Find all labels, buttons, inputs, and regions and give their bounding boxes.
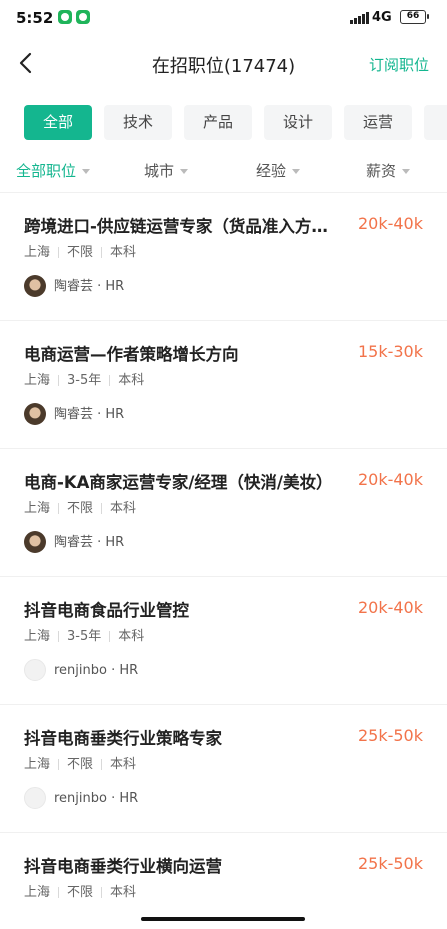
job-card[interactable]: 抖音电商垂类行业策略专家 25k-50k 上海 不限 本科 renjinbo · H…	[0, 704, 447, 832]
hr-name: 陶睿芸 · HR	[54, 535, 125, 550]
job-tags: 上海 3-5年 本科	[24, 369, 144, 388]
tab-all[interactable]: 全部	[24, 105, 92, 140]
job-card[interactable]: 跨境进口-供应链运营专家（货品准入方向） 20k-40k 上海 不限 本科 陶睿芸 …	[0, 192, 447, 320]
job-education: 本科	[110, 501, 137, 516]
app-notification-icon	[76, 10, 90, 24]
tab-tech[interactable]: 技术	[104, 105, 172, 140]
job-salary: 25k-50k	[357, 726, 423, 745]
category-tabs: 全部 技术 产品 设计 运营	[0, 105, 447, 141]
filter-all-positions[interactable]: 全部职位	[16, 160, 91, 181]
job-title: 抖音电商食品行业管控	[24, 601, 189, 620]
battery-icon: 66	[400, 10, 429, 24]
dropdown-caret-icon	[82, 169, 91, 174]
tab-product[interactable]: 产品	[184, 105, 252, 140]
filter-experience[interactable]: 经验	[256, 160, 301, 181]
job-experience: 不限	[67, 757, 94, 772]
job-city: 上海	[24, 885, 51, 900]
job-title: 抖音电商垂类行业策略专家	[24, 729, 222, 748]
job-salary: 20k-40k	[357, 214, 423, 233]
hr-avatar	[24, 787, 46, 809]
hr-avatar	[24, 659, 46, 681]
job-experience: 3-5年	[67, 629, 102, 644]
job-education: 本科	[110, 245, 137, 260]
job-tags: 上海 3-5年 本科	[24, 625, 144, 644]
subscribe-jobs-button[interactable]: 订阅职位	[369, 54, 429, 75]
page-header: 在招职位(17474) 订阅职位	[0, 36, 447, 90]
tab-design[interactable]: 设计	[264, 105, 332, 140]
dropdown-caret-icon	[180, 169, 189, 174]
job-education: 本科	[110, 885, 137, 900]
status-bar: 5:52 4G 66	[0, 0, 447, 36]
tab-more[interactable]	[424, 105, 447, 140]
wechat-icon	[58, 10, 72, 24]
job-card[interactable]: 抖音电商垂类行业横向运营 25k-50k 上海 不限 本科	[0, 832, 447, 929]
dropdown-caret-icon	[402, 169, 411, 174]
hr-name: renjinbo · HR	[54, 791, 139, 806]
job-city: 上海	[24, 501, 51, 516]
job-card[interactable]: 抖音电商食品行业管控 20k-40k 上海 3-5年 本科 renjinbo · H…	[0, 576, 447, 704]
hr-name: renjinbo · HR	[54, 663, 139, 678]
signal-icon	[350, 12, 369, 24]
job-tags: 上海 不限 本科	[24, 497, 136, 516]
job-tags: 上海 不限 本科	[24, 881, 136, 900]
job-title: 电商-KA商家运营专家/经理（快消/美妆）	[24, 473, 333, 492]
job-city: 上海	[24, 373, 51, 388]
hr-avatar	[24, 531, 46, 553]
filter-city[interactable]: 城市	[144, 160, 189, 181]
job-card[interactable]: 电商-KA商家运营专家/经理（快消/美妆） 20k-40k 上海 不限 本科 陶睿芸…	[0, 448, 447, 576]
job-salary: 15k-30k	[357, 342, 423, 361]
job-experience: 不限	[67, 245, 94, 260]
job-experience: 不限	[67, 885, 94, 900]
job-tags: 上海 不限 本科	[24, 753, 136, 772]
dropdown-caret-icon	[292, 169, 301, 174]
job-city: 上海	[24, 757, 51, 772]
job-city: 上海	[24, 245, 51, 260]
job-salary: 20k-40k	[357, 598, 423, 617]
job-salary: 20k-40k	[357, 470, 423, 489]
tab-operations[interactable]: 运营	[344, 105, 412, 140]
job-education: 本科	[118, 629, 145, 644]
job-experience: 不限	[67, 501, 94, 516]
hr-name: 陶睿芸 · HR	[54, 407, 125, 422]
home-indicator[interactable]	[141, 917, 305, 921]
hr-avatar	[24, 403, 46, 425]
job-experience: 3-5年	[67, 373, 102, 388]
network-type: 4G	[372, 10, 392, 25]
hr-name: 陶睿芸 · HR	[54, 279, 125, 294]
hr-avatar	[24, 275, 46, 297]
job-education: 本科	[118, 373, 145, 388]
job-title: 抖音电商垂类行业横向运营	[24, 857, 222, 876]
filter-bar: 全部职位 城市 经验 薪资	[0, 152, 447, 188]
job-title: 跨境进口-供应链运营专家（货品准入方向）	[24, 217, 342, 236]
job-education: 本科	[110, 757, 137, 772]
filter-salary[interactable]: 薪资	[366, 160, 411, 181]
job-salary: 25k-50k	[357, 854, 423, 873]
job-card[interactable]: 电商运营—作者策略增长方向 15k-30k 上海 3-5年 本科 陶睿芸 · HR	[0, 320, 447, 448]
job-tags: 上海 不限 本科	[24, 241, 136, 260]
job-title: 电商运营—作者策略增长方向	[24, 345, 239, 364]
job-city: 上海	[24, 629, 51, 644]
status-time: 5:52	[16, 9, 54, 27]
